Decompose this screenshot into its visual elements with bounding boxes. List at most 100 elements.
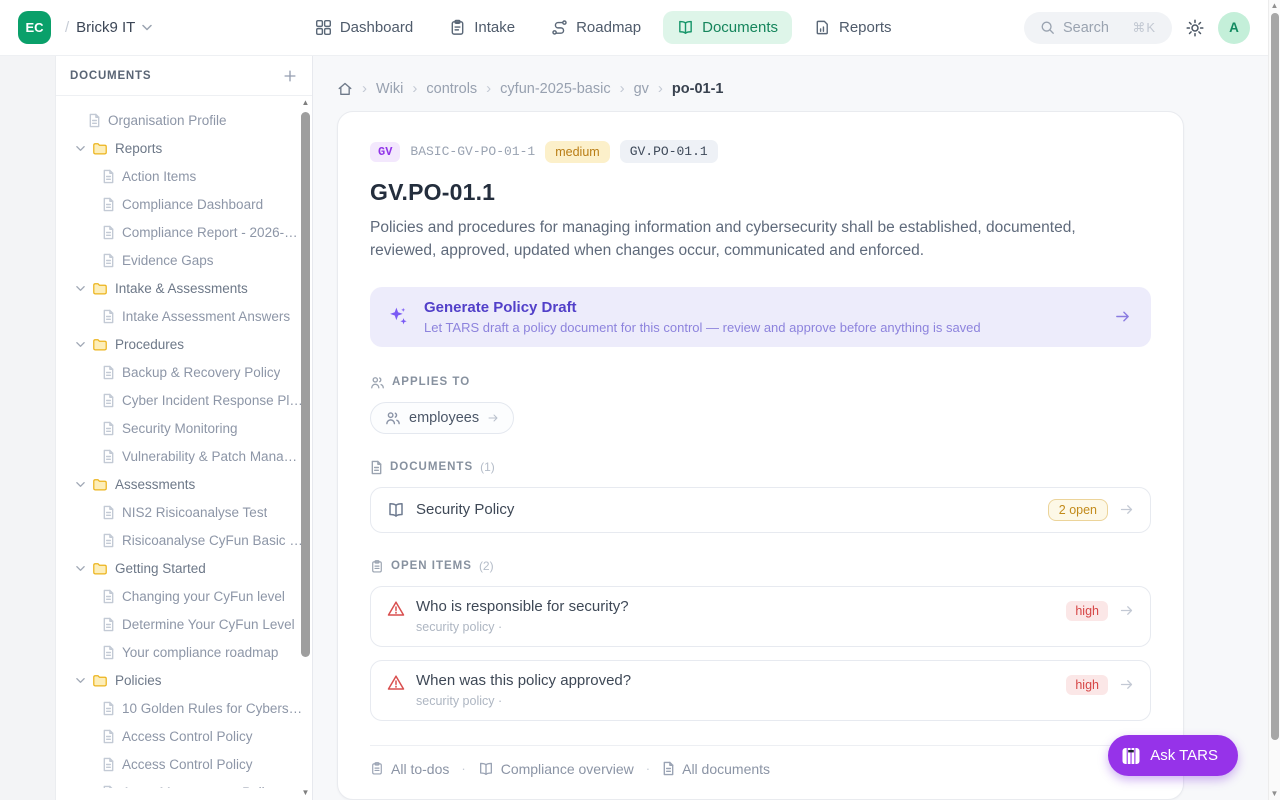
search-input[interactable]: Search ⌘K (1024, 12, 1172, 44)
home-icon[interactable] (337, 81, 353, 97)
breadcrumb-label: controls (426, 81, 477, 97)
users-icon (385, 410, 401, 426)
ask-tars-label: Ask TARS (1150, 747, 1218, 764)
tree-item-label: Risicoanalyse CyFun Basic … (122, 533, 303, 548)
tree-item[interactable]: Policies (56, 666, 312, 694)
file-icon (102, 197, 115, 212)
link-label: All to-dos (391, 761, 449, 777)
documents-sidebar: DOCUMENTS Organisation Profile (56, 56, 313, 800)
tree-item[interactable]: Organisation Profile (56, 106, 312, 134)
page-scrollbar-thumb[interactable] (1271, 13, 1279, 740)
workspace-switcher[interactable]: / Brick9 IT (65, 19, 152, 36)
scroll-down-arrow[interactable]: ▼ (1269, 788, 1280, 800)
tree-item[interactable]: Procedures (56, 330, 312, 358)
chevron-down-icon (76, 285, 85, 292)
tree-item[interactable]: Determine Your CyFun Level (56, 610, 312, 638)
breadcrumb-item[interactable]: › Wiki (362, 80, 403, 97)
breadcrumb-item[interactable]: › cyfun-2025-basic (486, 80, 610, 97)
tree-item-label: Policies (115, 673, 162, 688)
open-item-row[interactable]: When was this policy approved? security … (370, 660, 1151, 721)
tree-item[interactable]: Reports (56, 134, 312, 162)
arrow-right-icon (1119, 677, 1134, 692)
tree-item[interactable]: Intake & Assessments (56, 274, 312, 302)
tree-item[interactable]: Asset Management Policy (56, 778, 312, 788)
tree-item-label: Access Control Policy (122, 729, 253, 744)
app-logo[interactable]: EC (18, 11, 51, 44)
tree-item[interactable]: Compliance Report - 2026-… (56, 218, 312, 246)
tree-item[interactable]: Getting Started (56, 554, 312, 582)
tree-item-label: Getting Started (115, 561, 206, 576)
all-documents-link[interactable]: All documents (662, 761, 770, 777)
page-scrollbar[interactable]: ▲ ▼ (1268, 0, 1280, 800)
tree-item[interactable]: 10 Golden Rules for Cyberse… (56, 694, 312, 722)
open-book-icon (387, 501, 405, 519)
nav-roadmap[interactable]: Roadmap (537, 11, 655, 44)
file-icon (102, 169, 115, 184)
breadcrumb-label: gv (634, 81, 649, 97)
open-items-header: OPEN ITEMS (2) (370, 559, 1151, 574)
all-todos-link[interactable]: All to-dos (370, 761, 449, 777)
tree-item[interactable]: NIS2 Risicoanalyse Test (56, 498, 312, 526)
tree-item[interactable]: Vulnerability & Patch Mana… (56, 442, 312, 470)
open-item-row[interactable]: Who is responsible for security? securit… (370, 586, 1151, 647)
breadcrumb-item[interactable]: › controls (412, 80, 477, 97)
breadcrumb-separator: › (620, 80, 625, 97)
nav-reports[interactable]: Reports (800, 11, 906, 44)
scroll-up-arrow[interactable]: ▲ (300, 98, 311, 108)
scroll-up-arrow[interactable]: ▲ (1269, 0, 1280, 12)
scroll-down-arrow[interactable]: ▼ (300, 788, 311, 798)
tree-item[interactable]: Compliance Dashboard (56, 190, 312, 218)
tree-item[interactable]: Cyber Incident Response Pl… (56, 386, 312, 414)
chevron-down-icon (76, 145, 85, 152)
open-item-right: high (1066, 601, 1134, 621)
document-tree: Organisation Profile Reports (56, 96, 312, 788)
applies-to-tag[interactable]: employees (370, 402, 514, 434)
arrow-right-icon (1114, 308, 1131, 325)
sidebar-scrollbar[interactable]: ▲ ▼ (300, 98, 311, 798)
folder-icon (92, 337, 108, 352)
link-label: Compliance overview (501, 761, 634, 777)
tree-item[interactable]: Changing your CyFun level (56, 582, 312, 610)
file-icon (102, 617, 115, 632)
dot-separator: · (646, 761, 650, 776)
category-badge: GV (370, 142, 400, 162)
user-avatar[interactable]: A (1218, 12, 1250, 44)
chevron-down-icon (76, 565, 85, 572)
compliance-overview-link[interactable]: Compliance overview (478, 761, 634, 777)
document-row[interactable]: Security Policy 2 open (370, 487, 1151, 533)
tree-item-label: Action Items (122, 169, 196, 184)
gear-icon[interactable] (1186, 19, 1204, 37)
tree-item[interactable]: Security Monitoring (56, 414, 312, 442)
tree-item[interactable]: Evidence Gaps (56, 246, 312, 274)
tree-item-label: Procedures (115, 337, 184, 352)
tree-item[interactable]: Backup & Recovery Policy (56, 358, 312, 386)
breadcrumb-item[interactable]: › po-01-1 (658, 80, 724, 97)
tree-item[interactable]: Assessments (56, 470, 312, 498)
breadcrumb-separator: › (362, 80, 367, 97)
tree-item[interactable]: Access Control Policy (56, 750, 312, 778)
ask-tars-button[interactable]: Ask TARS (1108, 735, 1238, 776)
tree-item[interactable]: Access Control Policy (56, 722, 312, 750)
documents-list: Security Policy 2 open (370, 487, 1151, 533)
tree-item[interactable]: Action Items (56, 162, 312, 190)
dot-separator: · (461, 761, 465, 776)
chevron-down-icon (76, 677, 85, 684)
tree-item[interactable]: Your compliance roadmap (56, 638, 312, 666)
tree-item-label: 10 Golden Rules for Cyberse… (122, 701, 307, 716)
nav-dashboard[interactable]: Dashboard (301, 11, 427, 44)
breadcrumb-label: Wiki (376, 81, 403, 97)
tree-item[interactable]: Risicoanalyse CyFun Basic … (56, 526, 312, 554)
nav-documents[interactable]: Documents (663, 11, 792, 44)
sidebar-scrollbar-thumb[interactable] (301, 112, 310, 657)
tree-item[interactable]: Intake Assessment Answers (56, 302, 312, 330)
file-icon (102, 785, 115, 789)
nav-intake[interactable]: Intake (435, 11, 529, 44)
add-document-button[interactable] (282, 68, 298, 84)
breadcrumb-item[interactable]: › gv (620, 80, 649, 97)
tree-item-label: Organisation Profile (108, 113, 227, 128)
nav-label: Reports (839, 19, 892, 36)
open-count-badge: 2 open (1048, 499, 1108, 521)
clipboard-list-icon (370, 559, 384, 574)
open-item-question: Who is responsible for security? (416, 598, 1055, 615)
generate-policy-draft-banner[interactable]: Generate Policy Draft Let TARS draft a p… (370, 287, 1151, 347)
